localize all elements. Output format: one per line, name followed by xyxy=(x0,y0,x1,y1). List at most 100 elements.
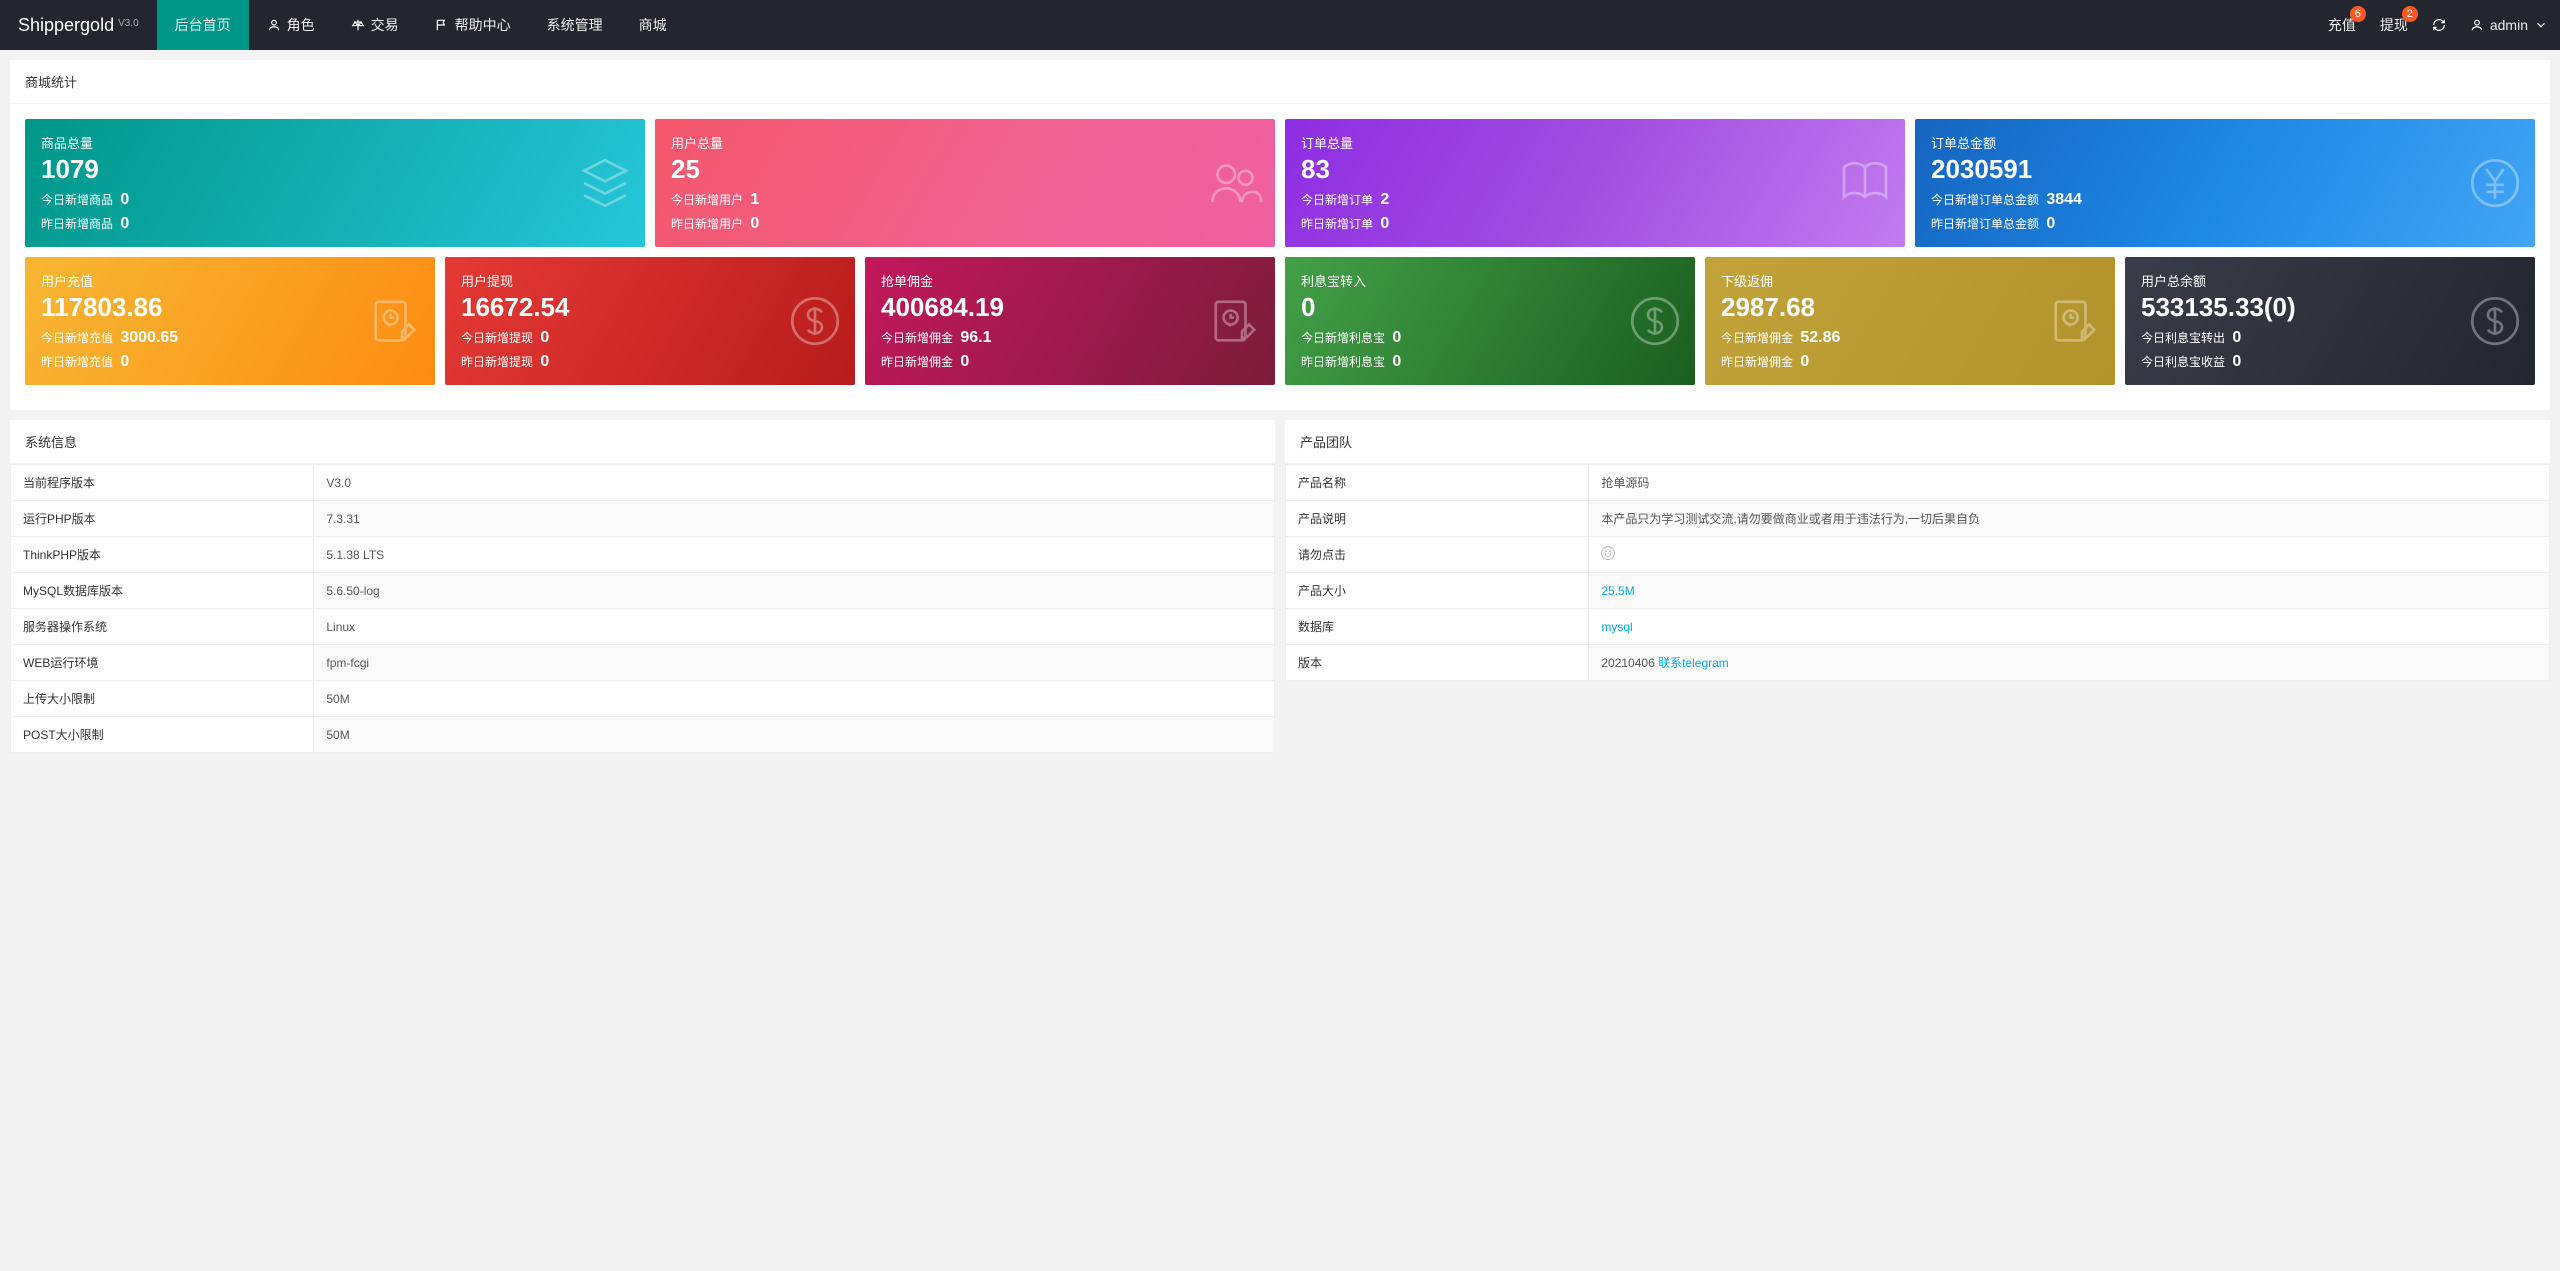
scale-icon xyxy=(351,18,365,32)
nav-item-4[interactable]: 系统管理 xyxy=(529,0,621,50)
team-value-cell: 本产品只为学习测试交流,请勿要做商业或者用于违法行为,一切后果自负 xyxy=(1589,501,2550,537)
stat-row2-0[interactable]: 用户充值117803.86今日新增充值 3000.65昨日新增充值 0 xyxy=(25,257,435,385)
stat-yesterday: 昨日新增提现 0 xyxy=(461,353,839,371)
stat-yesterday: 昨日新增佣金 0 xyxy=(881,353,1259,371)
stat-title: 用户提现 xyxy=(461,271,839,290)
sysinfo-row: 上传大小限制50M xyxy=(11,681,1275,717)
stat-today: 今日新增订单总金额 3844 xyxy=(1931,191,2519,209)
stat-row2-3[interactable]: 利息宝转入0今日新增利息宝 0昨日新增利息宝 0 xyxy=(1285,257,1695,385)
nav-user[interactable]: admin xyxy=(2458,0,2560,50)
sysinfo-row: MySQL数据库版本5.6.50-log xyxy=(11,573,1275,609)
stat-row-2: 用户充值117803.86今日新增充值 3000.65昨日新增充值 0用户提现1… xyxy=(25,257,2535,385)
nav-user-name: admin xyxy=(2490,17,2528,33)
stat-value: 2987.68 xyxy=(1721,292,2099,323)
sysinfo-key: 上传大小限制 xyxy=(11,681,314,717)
stat-yesterday: 昨日新增充值 0 xyxy=(41,353,419,371)
sysinfo-key: WEB运行环境 xyxy=(11,645,314,681)
stats-card: 商城统计 商品总量1079今日新增商品 0昨日新增商品 0用户总量25今日新增用… xyxy=(10,60,2550,410)
stat-title: 用户总余额 xyxy=(2141,271,2519,290)
sysinfo-card: 系统信息 当前程序版本V3.0运行PHP版本7.3.31ThinkPHP版本5.… xyxy=(10,420,1275,753)
stat-value: 117803.86 xyxy=(41,292,419,323)
nav-withdraw[interactable]: 提现 2 xyxy=(2368,0,2420,50)
stat-yesterday: 昨日新增订单 0 xyxy=(1301,215,1889,233)
nav-recharge[interactable]: 充值 6 xyxy=(2316,0,2368,50)
nav-recharge-badge: 6 xyxy=(2350,6,2366,22)
stat-today: 今日新增佣金 52.86 xyxy=(1721,329,2099,347)
stat-row2-4[interactable]: 下级返佣2987.68今日新增佣金 52.86昨日新增佣金 0 xyxy=(1705,257,2115,385)
team-link[interactable]: mysql xyxy=(1601,620,1632,634)
team-title: 产品团队 xyxy=(1285,420,2550,464)
nav-item-3[interactable]: 帮助中心 xyxy=(417,0,529,50)
stat-title: 用户总量 xyxy=(671,133,1259,152)
nav-spacer xyxy=(685,0,2316,50)
nav-item-label: 角色 xyxy=(287,15,315,35)
stat-row2-1[interactable]: 用户提现16672.54今日新增提现 0昨日新增提现 0 xyxy=(445,257,855,385)
team-link[interactable]: 25.5M xyxy=(1601,584,1634,598)
stat-today: 今日新增商品 0 xyxy=(41,191,629,209)
stat-value: 533135.33(0) xyxy=(2141,292,2519,323)
book-icon xyxy=(1837,155,1893,211)
sysinfo-row: 运行PHP版本7.3.31 xyxy=(11,501,1275,537)
stat-row1-2[interactable]: 订单总量83今日新增订单 2昨日新增订单 0 xyxy=(1285,119,1905,247)
stat-value: 2030591 xyxy=(1931,154,2519,185)
stat-row1-1[interactable]: 用户总量25今日新增用户 1昨日新增用户 0 xyxy=(655,119,1275,247)
sysinfo-row: POST大小限制50M xyxy=(11,717,1275,753)
team-row: 版本20210406 联系telegram xyxy=(1286,645,2550,681)
stat-row-1: 商品总量1079今日新增商品 0昨日新增商品 0用户总量25今日新增用户 1昨日… xyxy=(25,119,2535,247)
nav-item-label: 帮助中心 xyxy=(455,15,511,35)
team-row: 数据库mysql xyxy=(1286,609,2550,645)
chevron-down-icon xyxy=(2534,18,2548,32)
nav-item-5[interactable]: 商城 xyxy=(621,0,685,50)
sysinfo-value: 5.1.38 LTS xyxy=(314,537,1275,573)
user-icon xyxy=(267,18,281,32)
stat-row1-3[interactable]: 订单总金额2030591今日新增订单总金额 3844昨日新增订单总金额 0 xyxy=(1915,119,2535,247)
stat-value: 83 xyxy=(1301,154,1889,185)
nav-refresh[interactable] xyxy=(2420,0,2458,50)
edit-icon xyxy=(2047,293,2103,349)
sysinfo-value: 50M xyxy=(314,681,1275,717)
stat-value: 400684.19 xyxy=(881,292,1259,323)
top-nav: Shippergold V3.0 后台首页角色交易帮助中心系统管理商城 充值 6… xyxy=(0,0,2560,50)
nav-item-label: 系统管理 xyxy=(547,15,603,35)
team-key: 请勿点击 xyxy=(1286,537,1589,573)
stat-value: 1079 xyxy=(41,154,629,185)
stat-today: 今日新增充值 3000.65 xyxy=(41,329,419,347)
team-card: 产品团队 产品名称抢单源码产品说明本产品只为学习测试交流,请勿要做商业或者用于违… xyxy=(1285,420,2550,681)
stat-today: 今日新增提现 0 xyxy=(461,329,839,347)
page: 商城统计 商品总量1079今日新增商品 0昨日新增商品 0用户总量25今日新增用… xyxy=(0,50,2560,773)
team-value-cell: 20210406 联系telegram xyxy=(1589,645,2550,681)
stat-title: 订单总量 xyxy=(1301,133,1889,152)
stat-row2-5[interactable]: 用户总余额533135.33(0)今日利息宝转出 0今日利息宝收益 0 xyxy=(2125,257,2535,385)
stat-title: 订单总金额 xyxy=(1931,133,2519,152)
dollar-icon xyxy=(787,293,843,349)
stat-value: 25 xyxy=(671,154,1259,185)
stat-yesterday: 昨日新增佣金 0 xyxy=(1721,353,2099,371)
sysinfo-key: 运行PHP版本 xyxy=(11,501,314,537)
stat-today: 今日新增用户 1 xyxy=(671,191,1259,209)
stat-yesterday: 昨日新增商品 0 xyxy=(41,215,629,233)
nav-item-0[interactable]: 后台首页 xyxy=(157,0,249,50)
sysinfo-value: fpm-fcgi xyxy=(314,645,1275,681)
team-value-cell: 抢单源码 xyxy=(1589,465,2550,501)
nav-item-label: 后台首页 xyxy=(175,15,231,35)
team-body: 产品名称抢单源码产品说明本产品只为学习测试交流,请勿要做商业或者用于违法行为,一… xyxy=(1285,464,2550,681)
sysinfo-table: 当前程序版本V3.0运行PHP版本7.3.31ThinkPHP版本5.1.38 … xyxy=(10,464,1275,753)
nav-item-1[interactable]: 角色 xyxy=(249,0,333,50)
brand-version: V3.0 xyxy=(118,18,139,29)
sysinfo-value: Linux xyxy=(314,609,1275,645)
team-value-cell xyxy=(1589,537,2550,573)
team-value: 抢单源码 xyxy=(1601,476,1649,490)
nav-item-2[interactable]: 交易 xyxy=(333,0,417,50)
stat-today: 今日新增利息宝 0 xyxy=(1301,329,1679,347)
stack-icon xyxy=(577,155,633,211)
sysinfo-title: 系统信息 xyxy=(10,420,1275,464)
nav-menu: 后台首页 角色交易 帮助中心 系统管理商城 xyxy=(157,0,685,50)
sysinfo-key: POST大小限制 xyxy=(11,717,314,753)
stat-yesterday: 昨日新增利息宝 0 xyxy=(1301,353,1679,371)
sysinfo-key: ThinkPHP版本 xyxy=(11,537,314,573)
team-link[interactable]: 联系telegram xyxy=(1658,656,1729,670)
stat-row1-0[interactable]: 商品总量1079今日新增商品 0昨日新增商品 0 xyxy=(25,119,645,247)
team-value: 本产品只为学习测试交流,请勿要做商业或者用于违法行为,一切后果自负 xyxy=(1601,512,1980,526)
yen-icon xyxy=(2467,155,2523,211)
stat-row2-2[interactable]: 抢单佣金400684.19今日新增佣金 96.1昨日新增佣金 0 xyxy=(865,257,1275,385)
